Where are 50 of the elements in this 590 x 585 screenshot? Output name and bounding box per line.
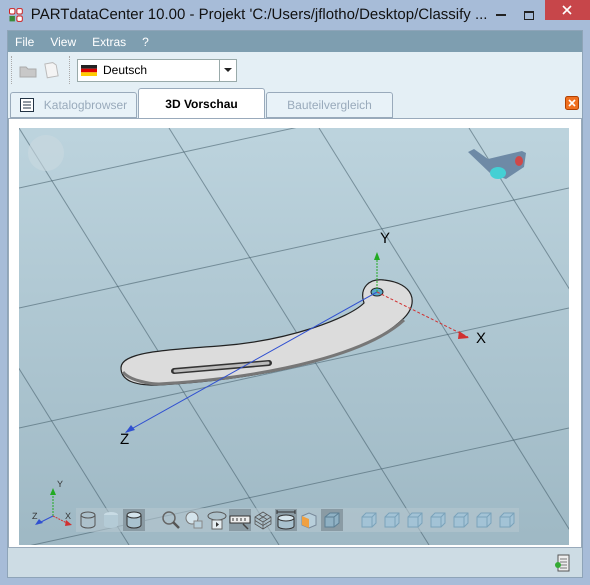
flag-icon: [81, 64, 97, 76]
axis-triad-drawing: [33, 486, 73, 528]
maximize-icon: [524, 10, 534, 20]
menu-item[interactable]: File: [15, 32, 34, 50]
close-icon[interactable]: [565, 96, 579, 110]
language-dropdown[interactable]: Deutsch: [77, 58, 237, 82]
close-button[interactable]: [544, 0, 590, 20]
tab[interactable]: 3D Vorschau: [138, 88, 265, 118]
triad-y-label: Y: [57, 480, 64, 489]
cylinder-icon: [101, 510, 121, 530]
cube-icon: [498, 511, 516, 529]
view-tool-button[interactable]: [275, 509, 297, 531]
document-icon[interactable]: [554, 554, 570, 572]
tab[interactable]: Bauteilvergleich: [266, 92, 393, 118]
cube-icon: [429, 511, 447, 529]
tab[interactable]: Katalogbrowser: [10, 92, 137, 118]
cube-icon: [383, 511, 401, 529]
app-icon: [9, 8, 23, 22]
minimize-icon: [496, 14, 506, 16]
language-value: Deutsch: [103, 62, 148, 79]
cylinder-icon: [275, 510, 297, 530]
cylinder-icon: [124, 510, 144, 530]
section-cube-icon: [299, 510, 319, 530]
caret-icon: [224, 68, 232, 72]
close-icon: [562, 5, 572, 15]
zoom-icon: [184, 510, 204, 530]
wireframe-icon: [253, 510, 273, 530]
menu-item[interactable]: View: [50, 32, 76, 50]
cube-icon: [360, 511, 378, 529]
rotate-icon: [206, 510, 228, 530]
triad-x-label: X: [65, 512, 72, 521]
y-axis-arrow: [373, 250, 381, 294]
y-axis-label: Y: [380, 229, 390, 249]
cylinder-outline-icon: [78, 510, 98, 530]
3d-viewport[interactable]: Y X Z Y Z X: [19, 128, 569, 545]
menu-item[interactable]: Extras: [92, 32, 126, 50]
view-tool-button[interactable]: [229, 509, 251, 531]
view-tool-button[interactable]: [123, 509, 145, 531]
menu-item[interactable]: ?: [142, 32, 149, 50]
zoom-icon: [161, 510, 181, 530]
x-axis-label: X: [476, 329, 486, 349]
cube-icon: [452, 511, 470, 529]
z-axis-label: Z: [120, 430, 130, 450]
list-icon: [20, 98, 34, 112]
cube-icon: [322, 510, 342, 530]
cube-icon: [475, 511, 493, 529]
view-tool-button[interactable]: [206, 509, 228, 531]
window-title: PARTdataCenter 10.00 - Projekt 'C:/Users/jflotho/Desktop/Classify ...: [30, 4, 488, 25]
cube-icon: [406, 511, 424, 529]
triad-z-label: Z: [32, 512, 38, 521]
